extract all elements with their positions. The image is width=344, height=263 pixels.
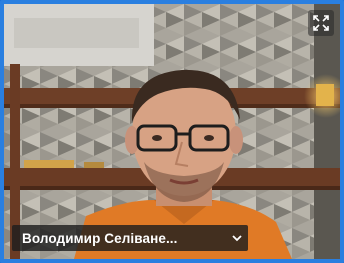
video-tile[interactable]: Володимир Селіване...: [0, 0, 344, 263]
participant-name-bar[interactable]: Володимир Селіване...: [12, 225, 248, 251]
participant-menu-toggle[interactable]: [226, 225, 248, 251]
participant-name: Володимир Селіване...: [22, 230, 178, 246]
chevron-down-icon: [232, 234, 242, 241]
fullscreen-button[interactable]: [308, 10, 334, 36]
fullscreen-icon: [313, 15, 329, 31]
participant-video: [4, 4, 340, 259]
